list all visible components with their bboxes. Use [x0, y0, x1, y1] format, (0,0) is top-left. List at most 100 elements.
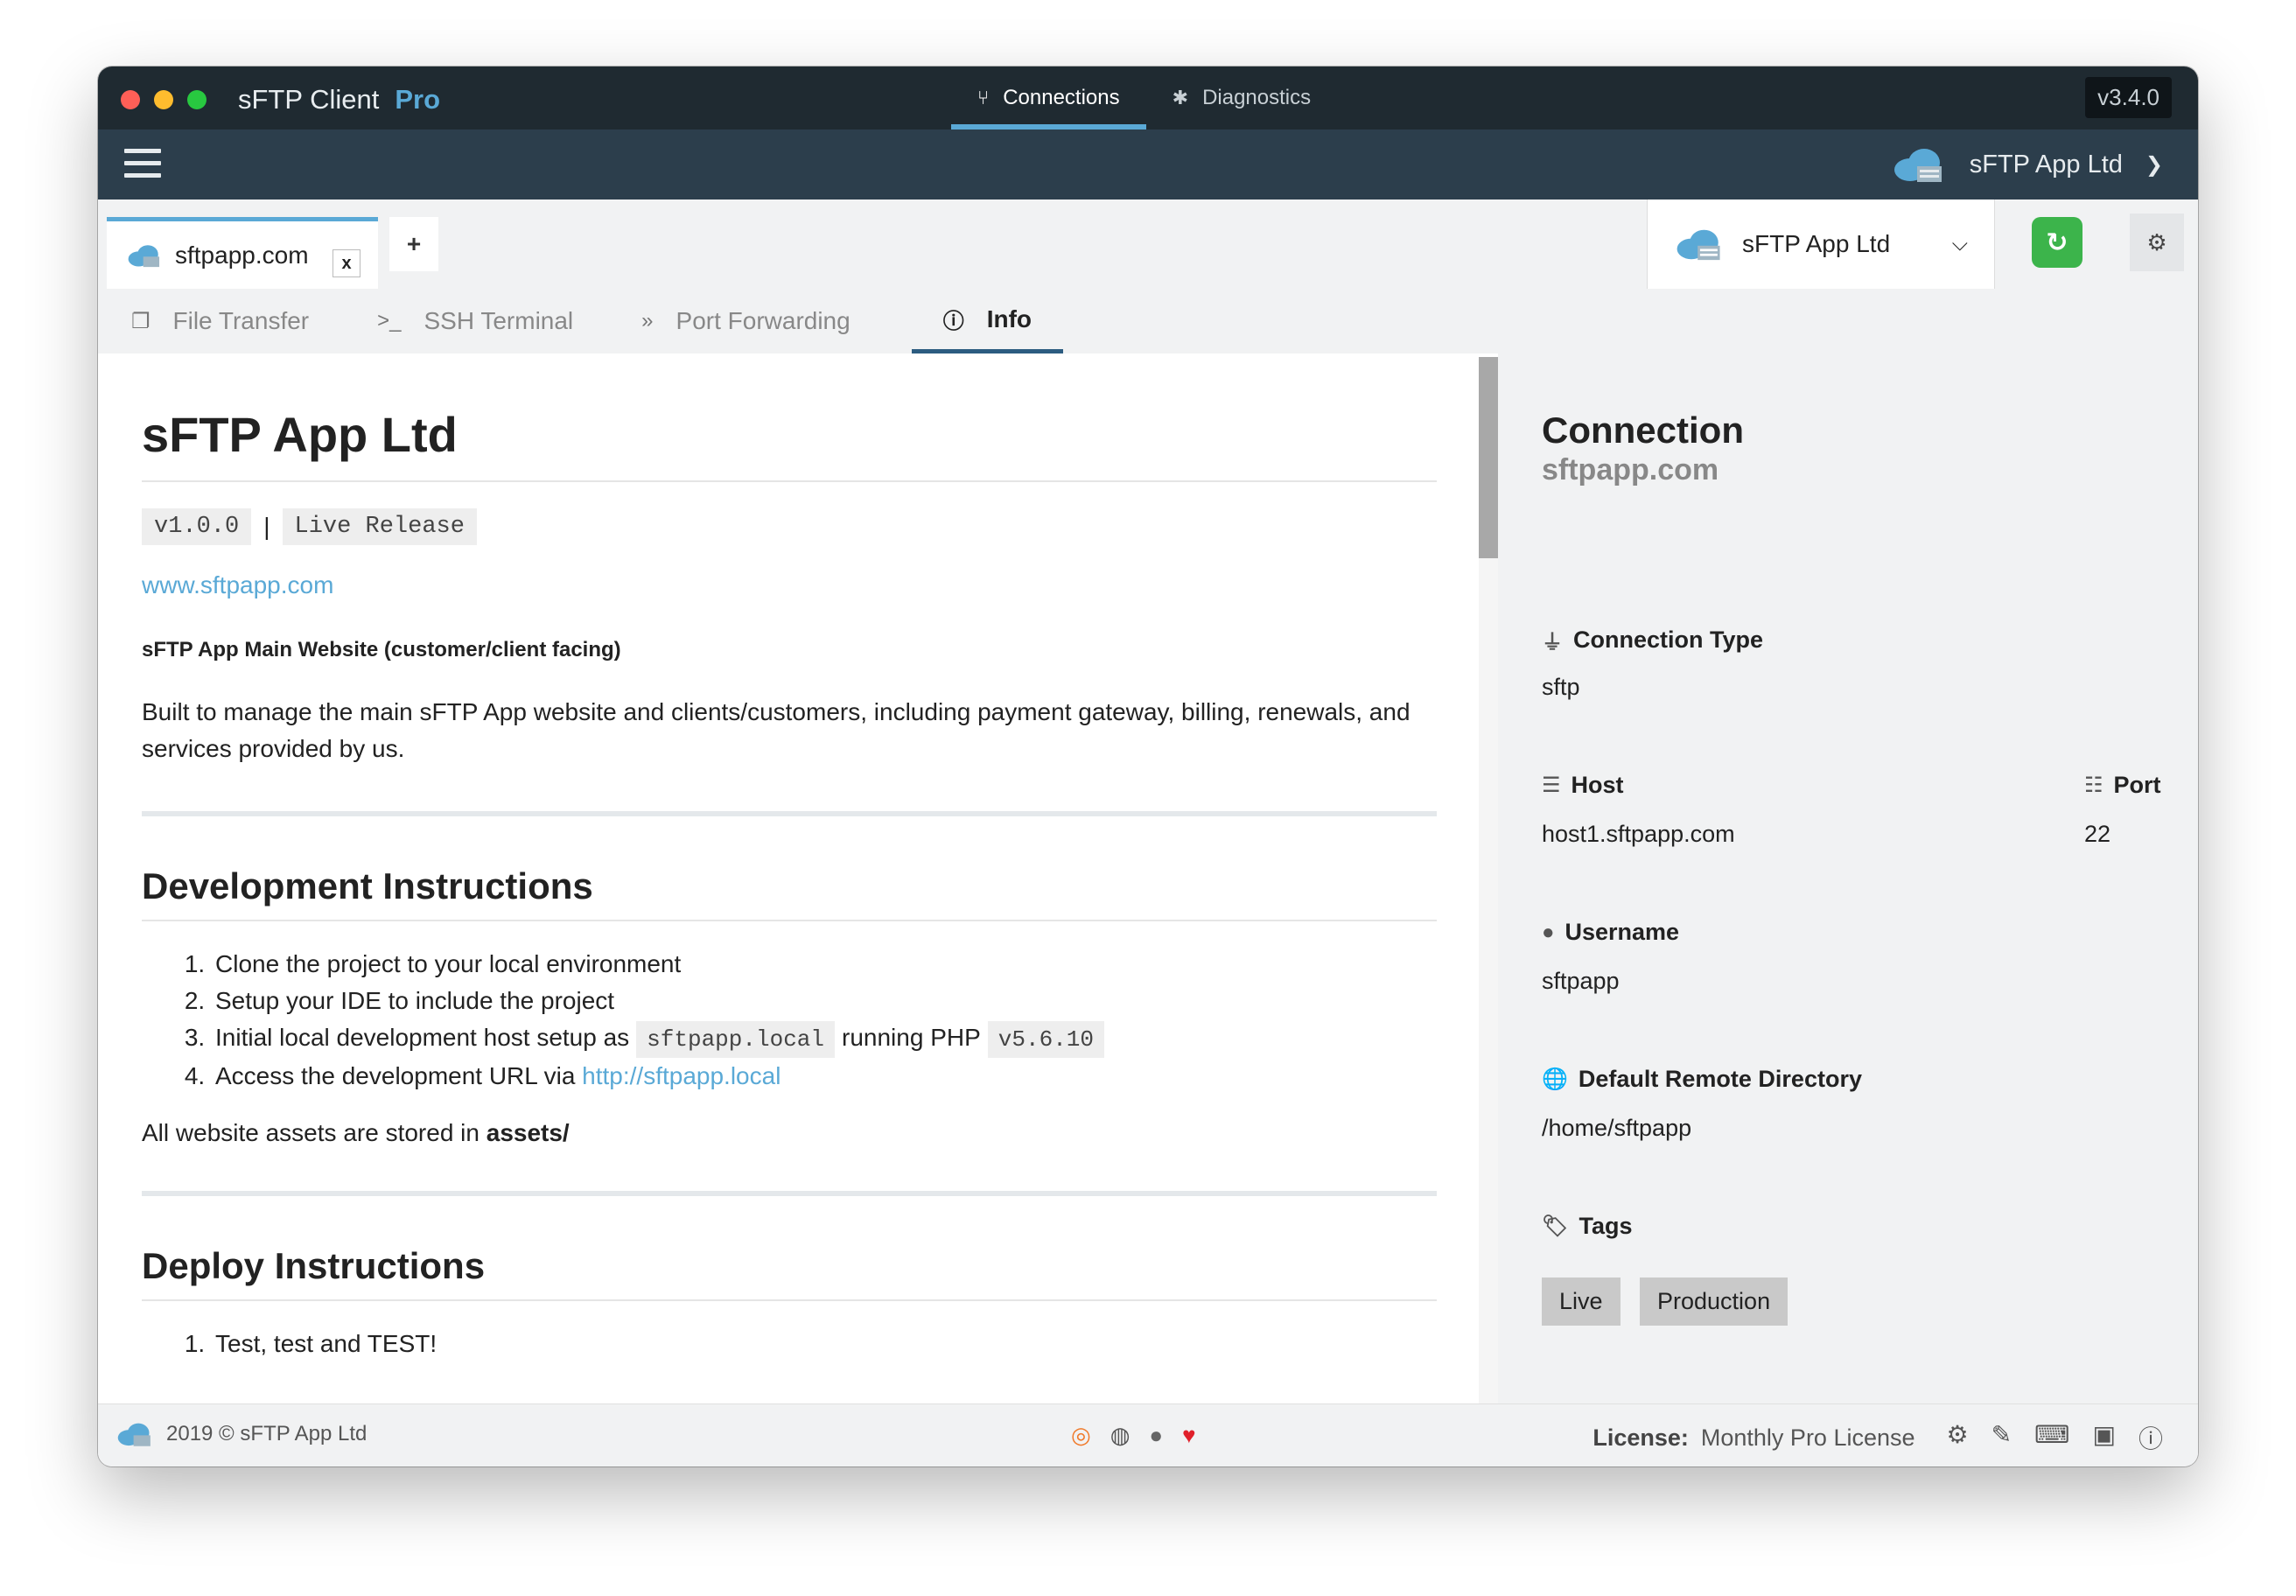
gear-icon: ⚙ [2146, 228, 2167, 256]
tab-file-transfer[interactable]: ❐ File Transfer [124, 289, 344, 354]
version-badge: v3.4.0 [2085, 77, 2172, 118]
tab-port-forwarding-label: Port Forwarding [676, 307, 850, 334]
license-value: Monthly Pro License [1700, 1424, 1915, 1451]
tab-port-forwarding[interactable]: » Port Forwarding [634, 289, 886, 354]
nav-diagnostics[interactable]: ✱ Diagnostics [1146, 66, 1338, 130]
forward-icon: » [641, 309, 654, 332]
close-tab-button[interactable]: x [332, 249, 360, 277]
tags-label-text: Tags [1578, 1213, 1633, 1239]
zoom-window-button[interactable] [187, 90, 206, 109]
chat-icon[interactable]: ● [1149, 1422, 1163, 1449]
doc-description: Built to manage the main sFTP App websit… [142, 698, 1410, 762]
hamburger-menu-icon[interactable] [124, 149, 161, 186]
org-switcher[interactable]: sFTP App Ltd ❯ [1891, 145, 2163, 184]
section-divider [142, 811, 1437, 816]
globe-icon: 🌐 [1542, 1068, 1568, 1091]
port-label: ☷ Port [2084, 772, 2161, 799]
assets-note: All website assets are stored in assets/ [142, 1119, 1437, 1147]
lock-icon[interactable]: ▣ [2093, 1420, 2116, 1455]
dev-steps-list: Clone the project to your local environm… [142, 946, 1437, 1095]
host-label: ☰ Host [1542, 772, 1624, 799]
chevron-down-icon: ⌵ [1951, 232, 1968, 256]
tag-live[interactable]: Live [1542, 1278, 1620, 1326]
status-footer: 2019 © sFTP App Ltd ◎ ◍ ● ♥ License: Mon… [98, 1404, 2198, 1466]
info-icon: ⓘ [942, 310, 964, 333]
org-select[interactable]: sFTP App Ltd ⌵ [1647, 200, 1995, 289]
step-text: Setup your IDE to include the project [215, 987, 615, 1014]
footer-license: License: Monthly Pro License ⚙ ✎ ⌨ ▣ ⓘ [1592, 1420, 2163, 1455]
brush-icon[interactable]: ✎ [1992, 1420, 2012, 1455]
org-name: sFTP App Ltd [1969, 150, 2123, 178]
username-value: sftpapp [1542, 968, 1620, 994]
step-text: Clone the project to your local environm… [215, 950, 682, 977]
release-code: Live Release [282, 508, 477, 545]
tab-ssh-terminal-label: SSH Terminal [424, 307, 574, 334]
assets-text: All website assets are stored in [142, 1119, 480, 1146]
refresh-button[interactable]: ↻ [2032, 217, 2082, 268]
tags-icon: 🏷 [1542, 1214, 1569, 1238]
list-item: Test, test and TEST! [212, 1326, 1437, 1362]
website-link[interactable]: www.sftpapp.com [142, 571, 1437, 599]
keyboard-icon[interactable]: ⌨ [2034, 1420, 2069, 1455]
step-text: Initial local development host setup as [215, 1024, 630, 1051]
doc-title: sFTP App Ltd [142, 406, 1437, 482]
terminal-icon: >_ [377, 309, 402, 332]
connection-settings-button[interactable]: ⚙ [2130, 214, 2184, 271]
bug-icon: ✱ [1172, 87, 1189, 108]
help-icon[interactable]: ⓘ [2138, 1420, 2163, 1455]
connection-details-panel: Connection sftpapp.com ⏚ Connection Type… [1498, 289, 2198, 1404]
dev-instructions-heading: Development Instructions [142, 865, 1437, 921]
connection-tab[interactable]: sftpapp.com x [107, 217, 378, 289]
host-value: host1.sftpapp.com [1542, 821, 1735, 847]
sitemap-icon: ☷ [2084, 774, 2104, 797]
list-item: Initial local development host setup ass… [212, 1019, 1437, 1058]
nav-connections-label: Connections [1003, 86, 1120, 109]
org-select-label: sFTP App Ltd [1742, 230, 1891, 257]
version-badges: v1.0.0 | Live Release [142, 508, 1437, 545]
footer-links: ◎ ◍ ● ♥ [1071, 1422, 1196, 1449]
section-divider [142, 1191, 1437, 1196]
footer-actions: ⚙ ✎ ⌨ ▣ ⓘ [1947, 1420, 2163, 1455]
sub-header: sFTP App Ltd ❯ [98, 130, 2198, 200]
minimize-window-button[interactable] [154, 90, 173, 109]
cloud-logo-icon [117, 1423, 150, 1446]
add-tab-button[interactable]: + [389, 217, 438, 271]
panel-host: sftpapp.com [1542, 453, 1719, 486]
tab-info[interactable]: ⓘ Info [911, 289, 1064, 354]
scrollbar-thumb[interactable] [1479, 357, 1498, 558]
deploy-instructions-heading: Deploy Instructions [142, 1245, 1437, 1301]
close-window-button[interactable] [121, 90, 140, 109]
step-text: running PHP [842, 1024, 981, 1051]
tags-label: 🏷 Tags [1542, 1213, 1632, 1240]
port-label-text: Port [2113, 772, 2161, 798]
tab-info-label: Info [986, 304, 1032, 332]
connection-type-label-text: Connection Type [1573, 626, 1764, 653]
username-label: ● Username [1542, 919, 1679, 946]
lifebuoy-icon[interactable]: ◎ [1071, 1422, 1091, 1449]
inline-code: sftpapp.local [636, 1021, 836, 1058]
tab-ssh-terminal[interactable]: >_ SSH Terminal [370, 289, 608, 354]
chevron-down-icon: ❯ [2145, 152, 2163, 177]
info-document: sFTP App Ltd v1.0.0 | Live Release www.s… [98, 354, 1498, 1404]
dev-url-link[interactable]: http://sftpapp.local [582, 1062, 780, 1089]
cloud-logo-icon [1676, 229, 1720, 261]
server-icon: ☰ [1542, 774, 1561, 797]
list-item: Setup your IDE to include the project [212, 983, 1437, 1019]
host-label-text: Host [1571, 772, 1624, 798]
username-label-text: Username [1564, 919, 1680, 945]
globe-icon[interactable]: ◍ [1110, 1422, 1130, 1449]
app-title: sFTP Client Pro [238, 84, 440, 116]
nav-connections[interactable]: ⑂ Connections [951, 66, 1146, 130]
doc-scrollbar[interactable] [1479, 357, 1498, 1407]
tag-production[interactable]: Production [1640, 1278, 1788, 1326]
panel-title: Connection [1542, 410, 1744, 451]
connection-subtabs: ❐ File Transfer >_ SSH Terminal » Port F… [98, 289, 1498, 354]
connection-type-value: sftp [1542, 674, 1580, 700]
connection-type-label: ⏚ Connection Type [1542, 625, 1763, 655]
app-edition: Pro [395, 84, 441, 115]
heart-icon[interactable]: ♥ [1182, 1422, 1195, 1449]
gear-icon[interactable]: ⚙ [1947, 1420, 1969, 1455]
refresh-icon: ↻ [2046, 228, 2068, 257]
nav-diagnostics-label: Diagnostics [1202, 86, 1312, 109]
connection-tab-bar: sftpapp.com x + sFTP App Ltd ⌵ ↻ ⚙ [98, 200, 2198, 289]
